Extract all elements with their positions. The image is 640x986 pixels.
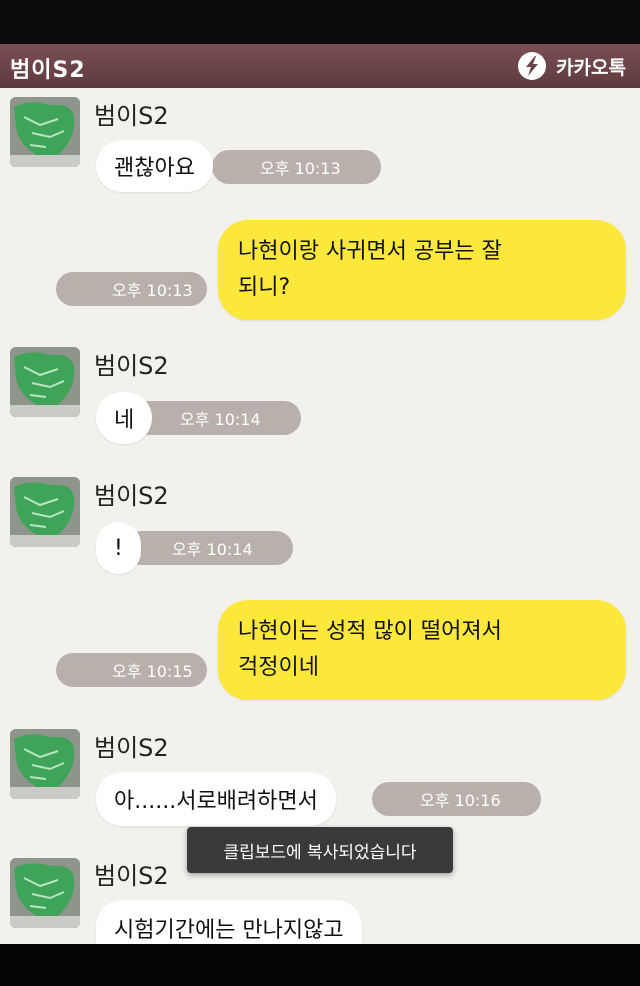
- sender-name: 범이S2: [94, 734, 169, 762]
- message-bubble[interactable]: 네: [96, 392, 153, 444]
- message-time: 오후 10:15: [56, 653, 207, 687]
- message-time: 오후 10:16: [372, 782, 541, 816]
- chat-area[interactable]: 범이S2 카카오톡 범이S2 오후 10:13 괜찮아요 오후 10:13 나현…: [0, 44, 640, 944]
- kakaotalk-logo-icon: [518, 52, 547, 80]
- navigation-bar: [0, 944, 640, 986]
- message-time: 오후 10:14: [124, 531, 293, 565]
- avatar[interactable]: [10, 97, 80, 167]
- sender-name: 범이S2: [94, 862, 169, 890]
- message-bubble-outgoing[interactable]: 나현이는 성적 많이 떨어져서 걱정이네: [218, 600, 626, 700]
- message-time: 오후 10:14: [132, 401, 301, 435]
- sender-name: 범이S2: [94, 352, 169, 380]
- clipboard-toast: 클립보드에 복사되었습니다: [187, 827, 453, 873]
- avatar[interactable]: [10, 347, 80, 417]
- avatar[interactable]: [10, 729, 80, 799]
- sender-name: 범이S2: [94, 102, 169, 130]
- brand-area: 카카오톡: [518, 52, 626, 80]
- brand-name: 카카오톡: [556, 56, 626, 79]
- status-bar: [0, 0, 640, 44]
- chat-title: 범이S2: [10, 58, 86, 83]
- avatar[interactable]: [10, 477, 80, 547]
- message-bubble[interactable]: 괜찮아요: [96, 140, 213, 192]
- message-bubble[interactable]: !: [96, 522, 141, 574]
- message-bubble[interactable]: 시험기간에는 만나지않고: [96, 900, 362, 944]
- message-time: 오후 10:13: [212, 150, 381, 184]
- message-time: 오후 10:13: [56, 272, 207, 306]
- message-bubble[interactable]: 아......서로배려하면서: [96, 772, 336, 826]
- avatar[interactable]: [10, 858, 80, 928]
- sender-name: 범이S2: [94, 482, 169, 510]
- chat-title-bar: 범이S2 카카오톡: [0, 44, 640, 88]
- message-bubble-outgoing[interactable]: 나현이랑 사귀면서 공부는 잘 되니?: [218, 220, 626, 320]
